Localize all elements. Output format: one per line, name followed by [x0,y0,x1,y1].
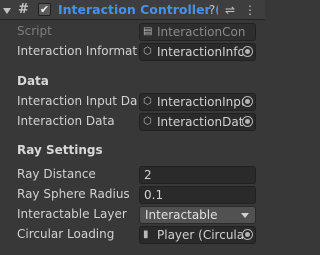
ray-distance-input[interactable]: 2 [139,166,256,184]
question-icon[interactable]: ? [205,3,219,17]
interactable-layer-label: Interactable Layer [17,207,127,221]
component-enabled-checkbox[interactable]: ✔ [38,3,51,16]
chevron-down-icon [241,213,249,218]
interaction-data-field[interactable]: ⬡ InteractionData [139,113,256,131]
ray-sphere-radius-input[interactable]: 0.1 [139,186,256,204]
ray-distance-label: Ray Distance [17,167,96,181]
section-title-ray-settings: Ray Settings [17,143,103,157]
scriptable-object-icon: ⬡ [143,46,152,57]
circular-loading-label: Circular Loading [17,227,115,241]
object-picker-icon[interactable] [242,46,253,57]
section-title-data: Data [17,74,49,88]
kebab-menu-icon[interactable]: ⋮ [243,3,257,17]
object-picker-icon[interactable] [242,229,253,240]
interaction-information-value: InteractionInfor [157,45,250,59]
script-value: InteractionCon [157,25,246,39]
component-icon: ▮ [143,229,149,240]
interaction-information-label: Interaction Informatio [17,44,137,58]
scriptable-object-icon: ⬡ [143,116,152,127]
interaction-input-data-value: InteractionInpu [157,95,249,109]
foldout-arrow-icon[interactable] [3,8,11,14]
interaction-data-value: InteractionData [157,115,251,129]
ray-sphere-radius-label: Ray Sphere Radius [17,187,130,201]
object-picker-icon[interactable] [242,96,253,107]
ray-distance-value: 2 [144,168,152,182]
script-asset-icon: ▤ [143,26,153,37]
interaction-input-data-field[interactable]: ⬡ InteractionInpu [139,93,256,111]
interactable-layer-dropdown[interactable]: Interactable [139,206,256,224]
script-label: Script [17,24,52,38]
interaction-input-data-label: Interaction Input Data [17,94,137,108]
sliders-icon[interactable]: ⇌ [223,3,237,17]
scriptable-object-icon: ⬡ [143,96,152,107]
script-hash-icon: # [18,2,29,17]
object-picker-icon[interactable] [242,116,253,127]
ray-sphere-radius-value: 0.1 [144,188,164,202]
interactable-layer-value: Interactable [145,208,218,222]
script-field: ▤ InteractionCon [139,23,256,41]
component-header: # ✔ Interaction Controller (S ? ⇌ ⋮ [0,0,265,20]
component-title: Interaction Controller (S [58,2,218,17]
interaction-data-label: Interaction Data [17,114,115,128]
interaction-information-field[interactable]: ⬡ InteractionInfor [139,43,256,61]
circular-loading-value: Player (Circula [157,228,245,242]
circular-loading-field[interactable]: ▮ Player (Circula [139,226,256,244]
